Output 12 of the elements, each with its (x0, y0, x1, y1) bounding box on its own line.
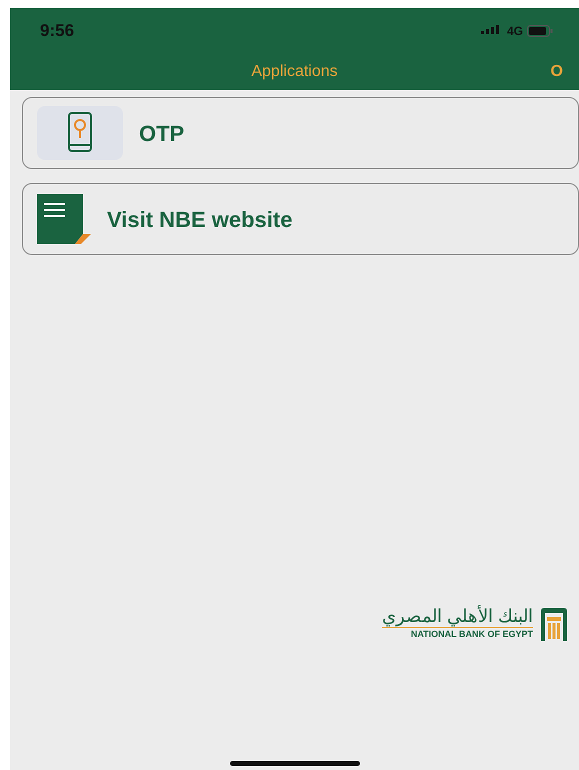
header-action-button[interactable]: O (550, 60, 563, 84)
bank-logo-icon (539, 606, 569, 641)
network-label: 4G (506, 22, 523, 40)
phone-key-icon (35, 105, 125, 161)
app-list-item[interactable]: Visit NBE website (22, 183, 579, 255)
screen-title: Applications (251, 62, 338, 82)
battery-icon (527, 24, 553, 36)
bank-name: NATIONAL BANK OF EGYPT (410, 628, 533, 640)
status-time: 9:56 (40, 20, 74, 42)
bank-name-arabic: البنك الأهلي المصري (382, 606, 533, 628)
document-icon (35, 194, 93, 244)
app-list-item[interactable]: OTP (22, 97, 579, 169)
